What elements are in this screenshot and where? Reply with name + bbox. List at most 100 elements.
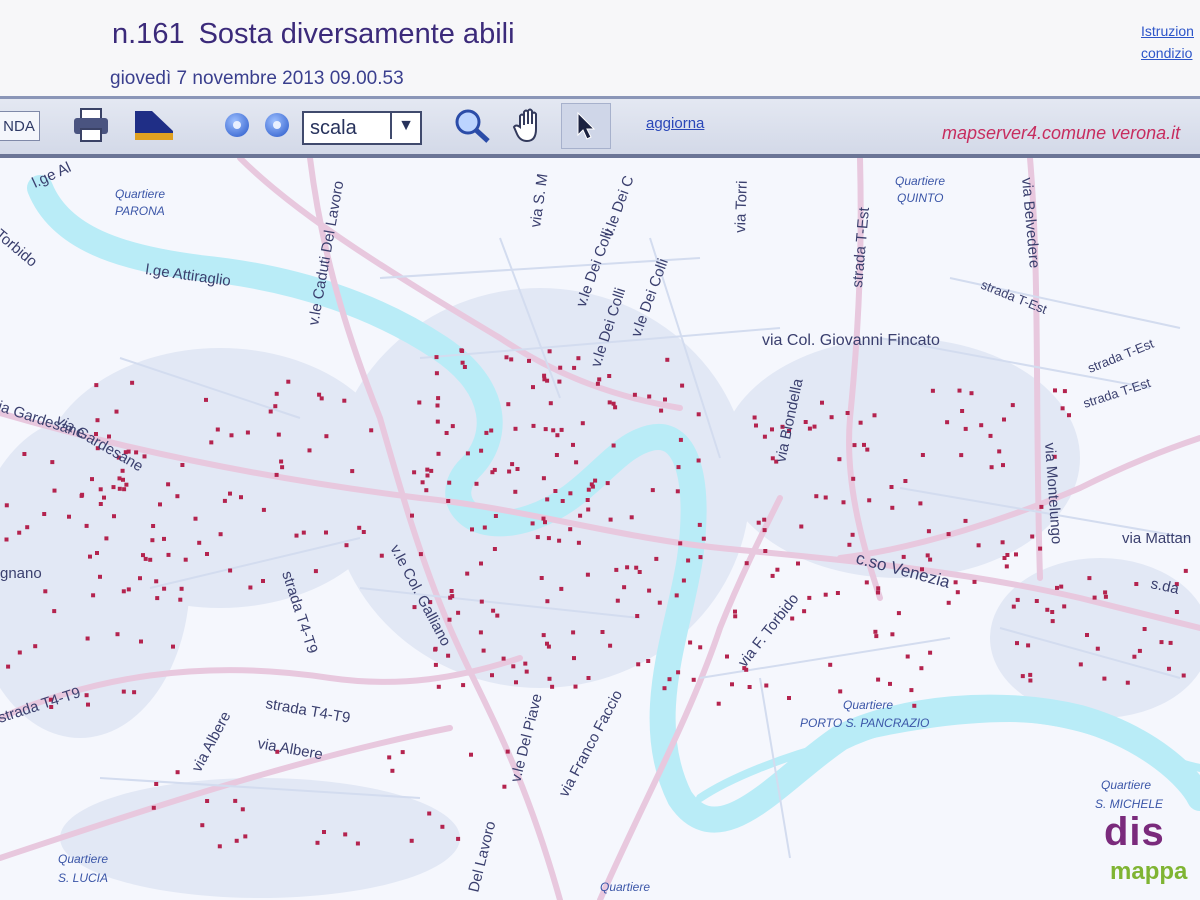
parking-marker[interactable] bbox=[412, 470, 417, 475]
parking-marker[interactable] bbox=[905, 654, 910, 659]
parking-marker[interactable] bbox=[22, 452, 27, 456]
parking-marker[interactable] bbox=[324, 434, 329, 439]
parking-marker[interactable] bbox=[4, 503, 9, 508]
parking-marker[interactable] bbox=[355, 841, 360, 846]
parking-marker[interactable] bbox=[608, 517, 613, 522]
parking-marker[interactable] bbox=[434, 371, 439, 376]
parking-marker[interactable] bbox=[903, 479, 908, 483]
map-canvas[interactable]: l.ge Attiraglio v.le Caduti Del Lavoro v… bbox=[0, 158, 1200, 900]
parking-marker[interactable] bbox=[637, 570, 642, 574]
parking-marker[interactable] bbox=[1053, 388, 1057, 393]
parking-marker[interactable] bbox=[837, 457, 842, 462]
parking-marker[interactable] bbox=[228, 491, 232, 496]
parking-marker[interactable] bbox=[50, 460, 55, 465]
parking-marker[interactable] bbox=[988, 433, 993, 438]
parking-marker[interactable] bbox=[763, 549, 768, 553]
parking-marker[interactable] bbox=[572, 656, 576, 661]
parking-marker[interactable] bbox=[162, 586, 167, 591]
parking-marker[interactable] bbox=[317, 392, 322, 397]
parking-marker[interactable] bbox=[492, 467, 497, 472]
parking-marker[interactable] bbox=[678, 437, 683, 442]
parking-marker[interactable] bbox=[1026, 643, 1031, 648]
parking-marker[interactable] bbox=[654, 556, 659, 561]
parking-marker[interactable] bbox=[143, 556, 148, 561]
parking-marker[interactable] bbox=[858, 420, 863, 425]
parking-marker[interactable] bbox=[85, 636, 90, 641]
parking-marker[interactable] bbox=[770, 427, 774, 432]
parking-marker[interactable] bbox=[586, 507, 591, 512]
parking-marker[interactable] bbox=[1134, 582, 1139, 586]
parking-marker[interactable] bbox=[864, 580, 869, 585]
parking-marker[interactable] bbox=[98, 487, 103, 492]
parking-marker[interactable] bbox=[543, 520, 547, 525]
parking-marker[interactable] bbox=[680, 383, 685, 388]
parking-marker[interactable] bbox=[953, 580, 958, 585]
parking-marker[interactable] bbox=[1020, 674, 1025, 679]
parking-marker[interactable] bbox=[507, 469, 512, 474]
parking-marker[interactable] bbox=[1028, 672, 1033, 677]
parking-marker[interactable] bbox=[450, 424, 455, 429]
parking-marker[interactable] bbox=[614, 567, 619, 572]
parking-marker[interactable] bbox=[274, 391, 279, 396]
parking-marker[interactable] bbox=[650, 488, 655, 493]
parking-marker[interactable] bbox=[482, 525, 487, 530]
parking-marker[interactable] bbox=[1095, 646, 1100, 651]
parking-marker[interactable] bbox=[286, 379, 291, 384]
parking-marker[interactable] bbox=[434, 355, 439, 360]
parking-marker[interactable] bbox=[890, 632, 895, 637]
parking-marker[interactable] bbox=[969, 391, 974, 396]
parking-marker[interactable] bbox=[6, 664, 11, 669]
parking-marker[interactable] bbox=[95, 551, 99, 555]
parking-marker[interactable] bbox=[611, 443, 616, 448]
parking-marker[interactable] bbox=[665, 357, 670, 362]
parking-marker[interactable] bbox=[33, 644, 38, 649]
parking-marker[interactable] bbox=[4, 537, 9, 542]
parking-marker[interactable] bbox=[928, 650, 933, 655]
parking-marker[interactable] bbox=[799, 524, 804, 529]
parking-marker[interactable] bbox=[1015, 597, 1020, 602]
parking-marker[interactable] bbox=[435, 403, 440, 408]
parking-marker[interactable] bbox=[678, 541, 683, 546]
parking-marker[interactable] bbox=[889, 485, 894, 489]
parking-marker[interactable] bbox=[276, 432, 281, 437]
parking-marker[interactable] bbox=[387, 755, 392, 760]
parking-marker[interactable] bbox=[200, 823, 205, 828]
parking-marker[interactable] bbox=[436, 684, 441, 689]
parking-marker[interactable] bbox=[1085, 633, 1089, 637]
parking-marker[interactable] bbox=[121, 477, 125, 482]
parking-marker[interactable] bbox=[802, 609, 807, 614]
parking-marker[interactable] bbox=[450, 594, 455, 599]
parking-marker[interactable] bbox=[744, 561, 749, 566]
parking-marker[interactable] bbox=[390, 768, 395, 773]
parking-marker[interactable] bbox=[547, 676, 552, 681]
parking-marker[interactable] bbox=[350, 469, 355, 474]
parking-marker[interactable] bbox=[243, 834, 248, 839]
parking-marker[interactable] bbox=[576, 356, 581, 361]
parking-marker[interactable] bbox=[1103, 590, 1108, 595]
parking-marker[interactable] bbox=[585, 498, 590, 502]
parking-marker[interactable] bbox=[589, 482, 594, 487]
parking-marker[interactable] bbox=[852, 443, 857, 448]
parking-marker[interactable] bbox=[1000, 540, 1005, 545]
parking-marker[interactable] bbox=[474, 481, 479, 486]
parking-marker[interactable] bbox=[697, 522, 702, 527]
scale-select[interactable]: scala ▼ bbox=[302, 111, 422, 145]
parking-marker[interactable] bbox=[514, 680, 518, 685]
parking-marker[interactable] bbox=[294, 533, 299, 538]
parking-marker[interactable] bbox=[607, 400, 612, 405]
parking-marker[interactable] bbox=[531, 423, 536, 428]
parking-marker[interactable] bbox=[634, 565, 639, 570]
parking-marker[interactable] bbox=[925, 553, 930, 558]
parking-marker[interactable] bbox=[222, 498, 227, 503]
parking-marker[interactable] bbox=[874, 634, 879, 639]
parking-marker[interactable] bbox=[130, 380, 135, 385]
parking-marker[interactable] bbox=[151, 524, 156, 528]
parking-marker[interactable] bbox=[481, 648, 486, 653]
parking-marker[interactable] bbox=[205, 552, 209, 556]
parking-marker[interactable] bbox=[115, 632, 120, 637]
parking-marker[interactable] bbox=[234, 838, 239, 843]
parking-marker[interactable] bbox=[1078, 662, 1083, 667]
parking-marker[interactable] bbox=[550, 684, 555, 689]
parking-marker[interactable] bbox=[1045, 607, 1050, 612]
parking-marker[interactable] bbox=[945, 420, 950, 425]
